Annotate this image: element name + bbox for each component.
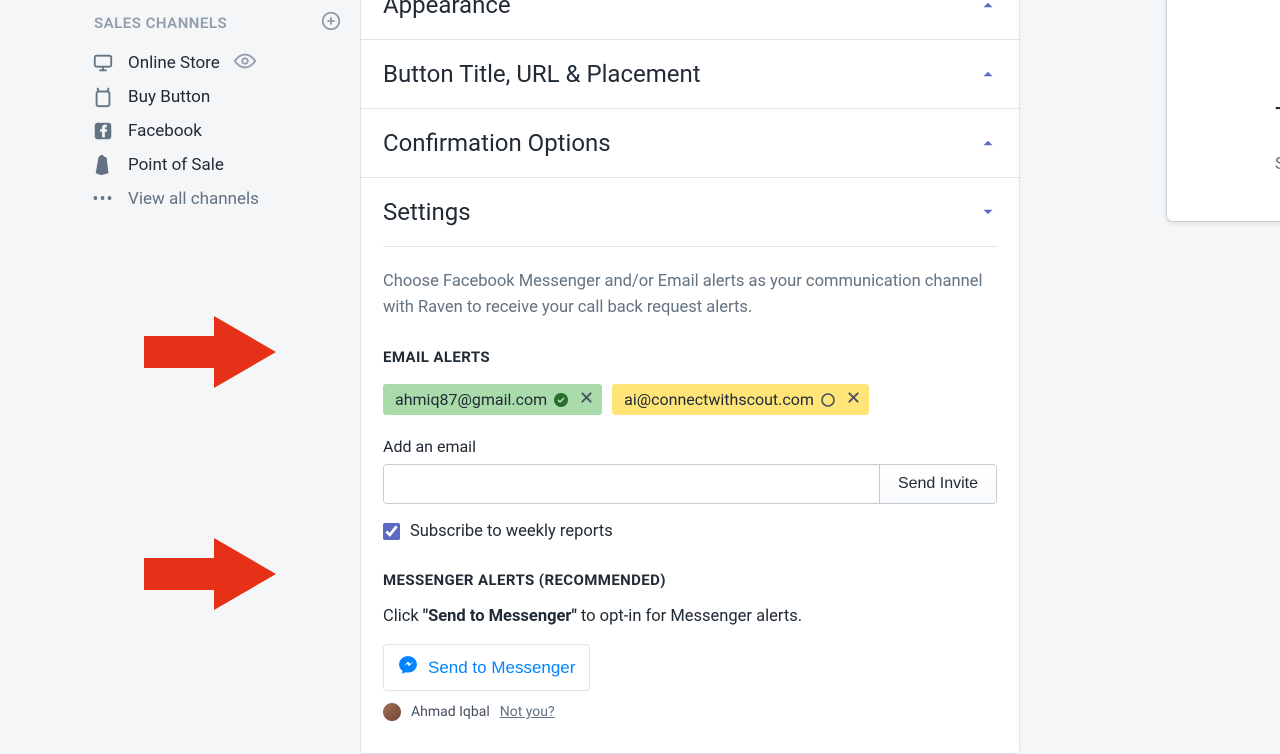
email-chips: ahmiq87@gmail.com ai@connectwithscout.co… <box>383 384 997 415</box>
view-all-channels[interactable]: ••• View all channels <box>80 182 360 216</box>
messenger-button-label: Send to Messenger <box>428 658 575 678</box>
divider <box>383 246 997 247</box>
add-channel-button[interactable] <box>320 10 342 36</box>
section-title: Confirmation Options <box>383 129 611 157</box>
facebook-icon <box>92 120 114 142</box>
monitor-icon <box>92 52 114 74</box>
chevron-up-icon <box>979 134 997 152</box>
messenger-instruction: Click "Send to Messenger" to opt-in for … <box>383 607 997 626</box>
verified-check-icon <box>553 392 569 408</box>
sidebar-item-online-store[interactable]: Online Store <box>80 46 360 80</box>
user-name: Ahmad Iqbal <box>411 704 490 720</box>
subscribe-checkbox[interactable] <box>383 523 400 540</box>
sidebar-item-label: Buy Button <box>128 87 210 107</box>
email-chip: ahmiq87@gmail.com <box>383 384 602 415</box>
panel-text-fragment: Som <box>1275 154 1280 174</box>
section-title: Button Title, URL & Placement <box>383 60 701 88</box>
email-text: ai@connectwithscout.com <box>624 390 814 409</box>
settings-description: Choose Facebook Messenger and/or Email a… <box>383 269 997 320</box>
close-icon <box>846 390 861 405</box>
email-alerts-heading: EMAIL ALERTS <box>383 348 997 366</box>
annotation-arrow <box>144 316 276 388</box>
avatar <box>383 703 401 721</box>
chevron-up-icon <box>979 65 997 83</box>
section-title: Appearance <box>383 0 511 19</box>
sidebar-item-label: View all channels <box>128 189 259 209</box>
panel-title-fragment: T <box>1275 101 1280 134</box>
eye-icon <box>234 50 256 72</box>
email-chip: ai@connectwithscout.com <box>612 384 869 415</box>
section-title: Settings <box>383 198 471 226</box>
send-to-messenger-button[interactable]: Send to Messenger <box>383 644 590 691</box>
send-invite-button[interactable]: Send Invite <box>879 465 996 503</box>
add-email-row: Send Invite <box>383 464 997 504</box>
text: to opt-in for Messenger alerts. <box>577 607 802 626</box>
settings-card: Appearance Button Title, URL & Placement… <box>360 0 1020 754</box>
pending-circle-icon <box>820 392 836 408</box>
text-bold: "Send to Messenger" <box>423 607 577 626</box>
shopping-bag-icon <box>92 86 114 108</box>
text: Click <box>383 607 423 626</box>
plus-circle-icon <box>320 10 342 32</box>
sidebar-item-buy-button[interactable]: Buy Button <box>80 80 360 114</box>
add-email-label: Add an email <box>383 437 997 456</box>
subscribe-label[interactable]: Subscribe to weekly reports <box>410 522 613 541</box>
more-icon: ••• <box>92 188 114 210</box>
side-panel-fragment: T Som <box>1166 0 1280 222</box>
sidebar-item-label: Facebook <box>128 121 202 141</box>
section-settings[interactable]: Settings <box>361 178 1019 246</box>
not-you-link[interactable]: Not you? <box>500 704 555 720</box>
messenger-icon <box>398 655 418 680</box>
sidebar-header: SALES CHANNELS <box>80 8 360 46</box>
sidebar-item-label: Online Store <box>128 53 220 73</box>
chevron-down-icon <box>979 203 997 221</box>
section-appearance[interactable]: Appearance <box>361 0 1019 40</box>
messenger-user-row: Ahmad Iqbal Not you? <box>383 703 997 721</box>
settings-body: Choose Facebook Messenger and/or Email a… <box>361 246 1019 753</box>
section-confirmation[interactable]: Confirmation Options <box>361 109 1019 178</box>
sales-channels-title: SALES CHANNELS <box>94 14 227 32</box>
sidebar-item-facebook[interactable]: Facebook <box>80 114 360 148</box>
add-email-input[interactable] <box>384 465 879 503</box>
sidebar-item-point-of-sale[interactable]: Point of Sale <box>80 148 360 182</box>
messenger-alerts-heading: MESSENGER ALERTS (RECOMMENDED) <box>383 571 997 589</box>
close-icon <box>579 390 594 405</box>
remove-email-button[interactable] <box>575 390 594 409</box>
section-button-title[interactable]: Button Title, URL & Placement <box>361 40 1019 109</box>
sidebar-item-label: Point of Sale <box>128 155 224 175</box>
chevron-up-icon <box>979 0 997 14</box>
subscribe-row: Subscribe to weekly reports <box>383 522 997 541</box>
remove-email-button[interactable] <box>842 390 861 409</box>
email-text: ahmiq87@gmail.com <box>395 390 547 409</box>
shopify-pos-icon <box>92 154 114 176</box>
preview-button[interactable] <box>234 50 256 77</box>
annotation-arrow <box>144 538 276 610</box>
